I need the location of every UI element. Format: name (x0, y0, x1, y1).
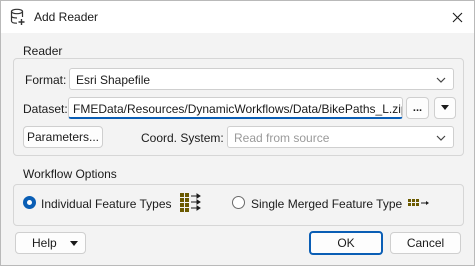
format-label: Format: (25, 73, 67, 87)
triangle-down-icon (70, 241, 78, 246)
coord-system-placeholder: Read from source (234, 131, 330, 145)
cancel-button[interactable]: Cancel (390, 232, 461, 254)
ok-label: OK (337, 236, 355, 250)
chevron-down-icon (436, 77, 446, 83)
reader-group-label: Reader (23, 44, 63, 58)
single-table-icon (408, 199, 429, 206)
browse-button[interactable]: ... (406, 97, 429, 119)
help-button[interactable]: Help (15, 232, 86, 254)
individual-feature-types-radio[interactable] (23, 196, 36, 209)
dataset-input[interactable]: FMEData/Resources/DynamicWorkflows/Data/… (68, 97, 403, 119)
browse-label: ... (412, 102, 423, 114)
dataset-label: Dataset: (23, 102, 68, 116)
parameters-button[interactable]: Parameters... (23, 126, 103, 148)
database-add-icon (10, 8, 25, 25)
workflow-options-label: Workflow Options (23, 167, 117, 181)
coord-system-select[interactable]: Read from source (227, 126, 454, 148)
dataset-menu-button[interactable] (434, 97, 456, 119)
single-merged-feature-type-label[interactable]: Single Merged Feature Type (251, 197, 402, 211)
close-icon (452, 12, 462, 22)
individual-feature-types-label[interactable]: Individual Feature Types (41, 197, 172, 211)
parameters-label: Parameters... (26, 130, 100, 144)
chevron-down-icon (436, 135, 446, 141)
window-title: Add Reader (34, 10, 99, 24)
close-button[interactable] (444, 4, 470, 30)
title-bar: Add Reader (1, 1, 474, 33)
ok-button[interactable]: OK (309, 231, 383, 255)
format-value: Esri Shapefile (76, 73, 151, 87)
dataset-value: FMEData/Resources/DynamicWorkflows/Data/… (73, 102, 403, 116)
add-reader-dialog: Add Reader Reader Format: Esri Shapefile… (0, 0, 475, 266)
coord-system-label: Coord. System: (141, 131, 224, 145)
triangle-down-icon (441, 105, 449, 110)
cancel-label: Cancel (406, 236, 445, 250)
single-merged-feature-type-radio[interactable] (232, 196, 245, 209)
format-select[interactable]: Esri Shapefile (69, 68, 454, 90)
multiple-tables-icon (180, 193, 201, 212)
help-label: Help (32, 236, 57, 250)
